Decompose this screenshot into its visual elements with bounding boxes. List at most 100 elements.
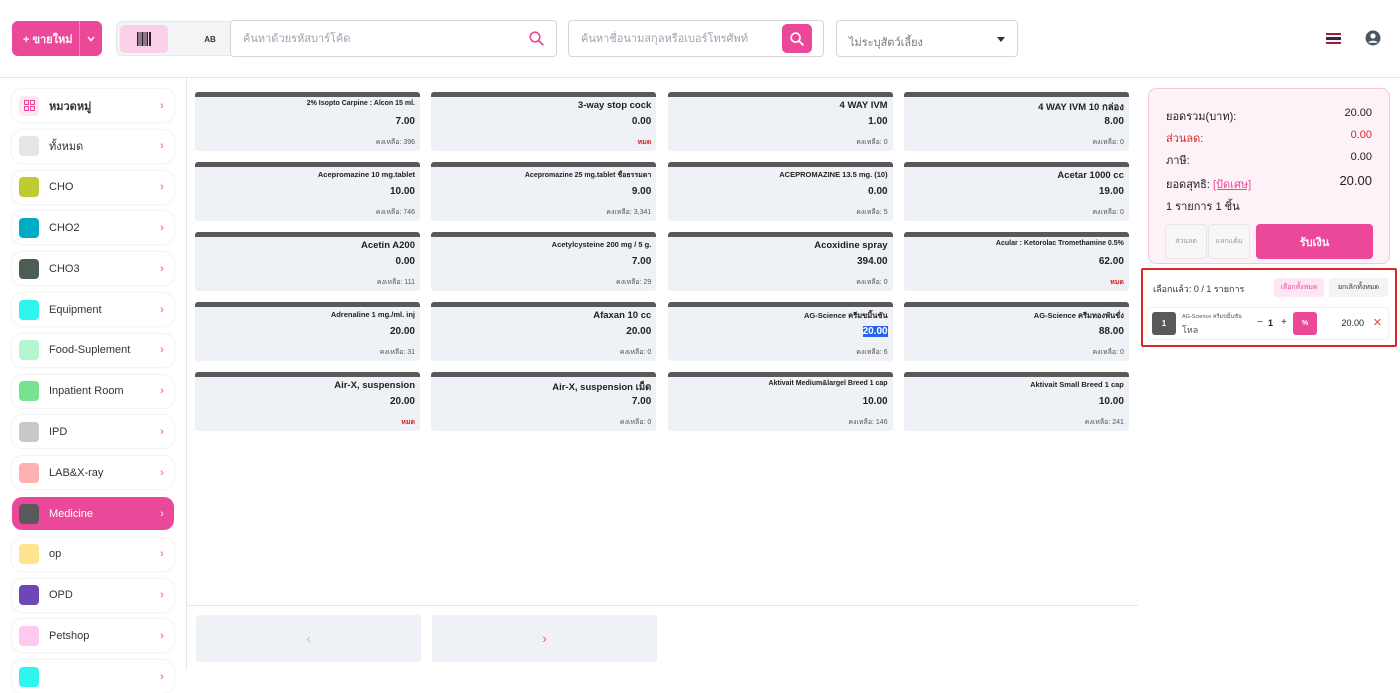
tax-value: 0.00 <box>1350 151 1372 163</box>
product-card[interactable]: Acepromazine 10 mg.tablet 10.00 คงเหลือ: 7… <box>195 162 420 221</box>
redeem-points-button[interactable]: แลกแต้ม <box>1208 224 1250 259</box>
product-card[interactable]: Air-X, suspension เม็ด 7.00 คงเหลือ: 0 <box>431 372 657 431</box>
category-sidebar: หมวดหมู่ › ทั้งหมด › CHO › CHO2 › CHO3 › Equipment… <box>0 78 187 693</box>
increase-qty-button[interactable]: + <box>1281 317 1287 328</box>
chevron-right-icon: › <box>160 548 164 561</box>
product-card[interactable]: 3-way stop cock 0.00 หมด <box>431 92 657 151</box>
product-grid: 2% Isopto Carpine : Alcon 15 ml. 7.00 คงเห… <box>187 78 1138 605</box>
card-header-bar <box>667 232 893 237</box>
chevron-right-icon: › <box>160 629 164 642</box>
product-card[interactable]: 4 WAY IVM 10 กล่อง 8.00 คงเหลือ: 0 <box>903 92 1129 151</box>
pay-button[interactable]: รับเงิน <box>1256 224 1373 259</box>
product-card[interactable]: Acetar 1000 cc 19.00 คงเหลือ: 0 <box>903 162 1129 221</box>
product-card[interactable]: Air-X, suspension 20.00 หมด <box>195 372 420 431</box>
chevron-right-icon: › <box>542 631 547 646</box>
product-card[interactable]: Aktivait Medium&largel Breed 1 cap 10.00 ค… <box>667 372 893 431</box>
product-price: 0.00 <box>868 186 888 197</box>
product-price: 19.00 <box>1098 186 1124 197</box>
selected-items-box: เลือกแล้ว: 0 / 1 รายการ เลือกทั้งหมด ยกเ… <box>1141 268 1397 347</box>
cart-item[interactable]: 1 AG-Science ครีมขมิ้นชัน โหล − 1 + % 20… <box>1148 308 1388 339</box>
product-card[interactable]: 2% Isopto Carpine : Alcon 15 ml. 7.00 คงเห… <box>195 92 420 151</box>
sidebar-item[interactable]: OPD › <box>12 578 174 612</box>
pet-select[interactable]: ไม่ระบุสัตว์เลี้ยง <box>836 20 1018 57</box>
product-card[interactable]: Adrenaline 1 mg./ml. inj 20.00 คงเหลือ: 31 <box>195 302 420 361</box>
sidebar-item[interactable]: Petshop › <box>12 619 174 653</box>
sidebar-item[interactable]: ทั้งหมด › <box>12 129 174 163</box>
card-header-bar <box>903 232 1129 237</box>
sidebar-item[interactable]: Medicine › <box>12 497 174 530</box>
product-price: 1.00 <box>868 116 888 127</box>
product-card[interactable]: Acoxidine spray 394.00 คงเหลือ: 0 <box>667 232 893 291</box>
search-icon <box>790 31 804 46</box>
category-color-swatch <box>19 299 39 320</box>
product-stock: คงเหลือ: 0 <box>1092 209 1124 216</box>
sidebar-item[interactable]: IPD › <box>12 415 174 449</box>
product-price: 88.00 <box>1098 326 1124 337</box>
product-stock: คงเหลือ: 111 <box>376 279 415 286</box>
select-all-button[interactable]: เลือกทั้งหมด <box>1274 278 1324 297</box>
round-off-link[interactable]: [ปัดเศษ] <box>1213 179 1251 191</box>
chevron-down-icon[interactable] <box>80 34 102 44</box>
category-color-swatch <box>19 462 39 483</box>
sidebar-item[interactable]: Inpatient Room › <box>12 374 174 408</box>
sidebar-item[interactable]: LAB&X-ray › <box>12 456 174 490</box>
customer-search-input[interactable] <box>581 31 781 47</box>
out-of-stock-label: หมด <box>1110 279 1124 286</box>
product-name: 4 WAY IVM <box>839 100 888 111</box>
customer-search-button[interactable] <box>782 24 812 53</box>
product-card[interactable]: Aktivait Small Breed 1 cap 10.00 คงเหลือ: … <box>903 372 1129 431</box>
sidebar-item[interactable]: CHO2 › <box>12 211 174 245</box>
product-name: 3-way stop cock <box>577 100 652 111</box>
decrease-qty-button[interactable]: − <box>1257 317 1263 328</box>
category-color-swatch <box>19 258 39 279</box>
discount-button[interactable]: ส่วนลด <box>1165 224 1207 259</box>
product-name: Aktivait Medium&largel Breed 1 cap <box>768 380 888 387</box>
search-icon[interactable] <box>529 31 544 46</box>
barcode-search-input[interactable] <box>243 31 513 47</box>
sidebar-item[interactable]: Food-Suplement › <box>12 333 174 367</box>
product-stock: คงเหลือ: 0 <box>856 139 888 146</box>
sidebar-item[interactable]: CHO3 › <box>12 252 174 286</box>
product-name: Afaxan 10 cc <box>593 310 652 321</box>
product-stock: คงเหลือ: 0 <box>619 349 652 356</box>
product-price: 394.00 <box>857 256 888 267</box>
item-discount-button[interactable]: % <box>1293 312 1317 335</box>
product-stock: คงเหลือ: 5 <box>856 209 888 216</box>
customer-search-box <box>568 20 824 57</box>
prev-page-button[interactable]: ‹ <box>196 615 421 662</box>
total-label: ยอดรวม(บาท): <box>1166 111 1237 123</box>
product-card[interactable]: Afaxan 10 cc 20.00 คงเหลือ: 0 <box>431 302 657 361</box>
product-card[interactable]: Acetin A200 0.00 คงเหลือ: 111 <box>195 232 420 291</box>
thai-flag-icon[interactable] <box>1326 33 1341 44</box>
product-stock: คงเหลือ: 29 <box>616 279 652 286</box>
sidebar-item[interactable]: หมวดหมู่ › <box>12 89 174 122</box>
next-page-button[interactable]: › <box>432 615 657 662</box>
card-header-bar <box>431 92 657 97</box>
product-stock: คงเหลือ: 0 <box>856 279 888 286</box>
barcode-mode-button[interactable] <box>120 25 168 53</box>
sidebar-item[interactable]: Equipment › <box>12 293 174 326</box>
sidebar-item[interactable]: op › <box>12 537 174 571</box>
product-stock: คงเหลือ: 396 <box>375 139 415 146</box>
card-header-bar <box>195 162 420 167</box>
product-card[interactable]: Acepromazine 25 mg.tablet ชื่อธรรมดา 9.00… <box>431 162 657 221</box>
sidebar-item-label: op <box>49 548 62 561</box>
user-account-icon[interactable] <box>1365 30 1381 46</box>
new-sale-button[interactable]: + ขายใหม่ <box>12 21 102 56</box>
sidebar-item-label: ทั้งหมด <box>49 141 84 154</box>
product-card[interactable]: ACEPROMAZINE 13.5 mg. (10) 0.00 คงเหลือ: 5 <box>667 162 893 221</box>
remove-item-icon[interactable]: ✕ <box>1373 316 1382 329</box>
deselect-all-button[interactable]: ยกเลิกทั้งหมด <box>1329 278 1388 297</box>
sidebar-item[interactable]: CHO › <box>12 170 174 204</box>
product-card[interactable]: AG-Science ครีมขมิ้นชัน 20.00 คงเหลือ: 6 <box>667 302 893 361</box>
product-card[interactable]: Acetylcysteine 200 mg / 5 g. 7.00 คงเหลือ:… <box>431 232 657 291</box>
pagination-bar: ‹ › <box>187 605 1138 670</box>
card-header-bar <box>903 92 1129 97</box>
chevron-right-icon: › <box>160 466 164 479</box>
category-color-swatch <box>19 340 39 361</box>
product-card[interactable]: 4 WAY IVM 1.00 คงเหลือ: 0 <box>667 92 893 151</box>
product-card[interactable]: AG-Science ครีมทองพันชั่ง 88.00 คงเหลือ: 0 <box>903 302 1129 361</box>
product-name: 4 WAY IVM 10 กล่อง <box>1038 102 1124 113</box>
sidebar-item[interactable]: › <box>12 660 174 693</box>
product-card[interactable]: Acular : Ketorolac Tromethamine 0.5% 62.0… <box>903 232 1129 291</box>
